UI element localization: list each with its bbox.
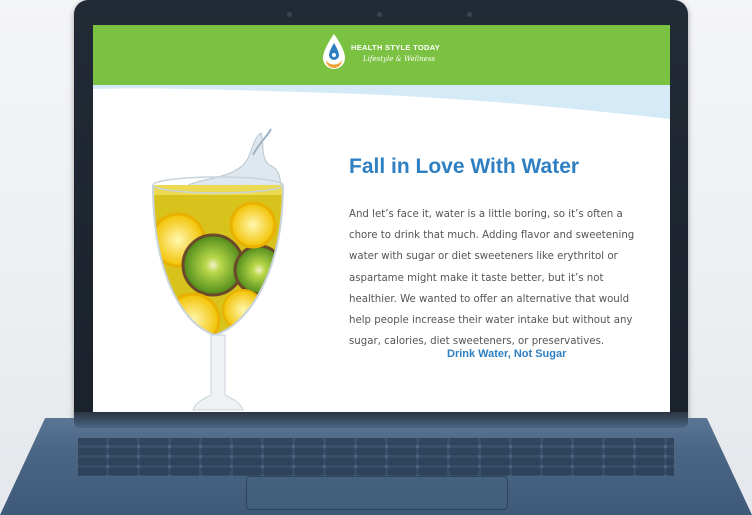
keyboard [78, 438, 674, 476]
brand-name: HEALTH STYLE TODAY [351, 43, 441, 52]
sensor-dot [287, 12, 292, 17]
webcam [377, 12, 382, 17]
water-drop-logo-icon [323, 34, 345, 69]
site-header: HEALTH STYLE TODAY Lifestyle & Wellness [93, 25, 670, 85]
header-wave-divider [93, 83, 670, 119]
laptop-screen: HEALTH STYLE TODAY Lifestyle & Wellness [93, 25, 670, 412]
fruit-water-glass-image [152, 128, 284, 411]
trackpad [246, 476, 508, 510]
hero-body-text: And let’s face it, water is a little bor… [349, 209, 635, 348]
laptop-hinge [74, 412, 688, 428]
drink-water-link[interactable]: Drink Water, Not Sugar [447, 348, 566, 360]
brand-tagline: Lifestyle & Wellness [363, 55, 436, 63]
sensor-dot [467, 12, 472, 17]
brand-logo[interactable]: HEALTH STYLE TODAY Lifestyle & Wellness [321, 33, 441, 75]
hero-headline: Fall in Love With Water [349, 155, 580, 178]
